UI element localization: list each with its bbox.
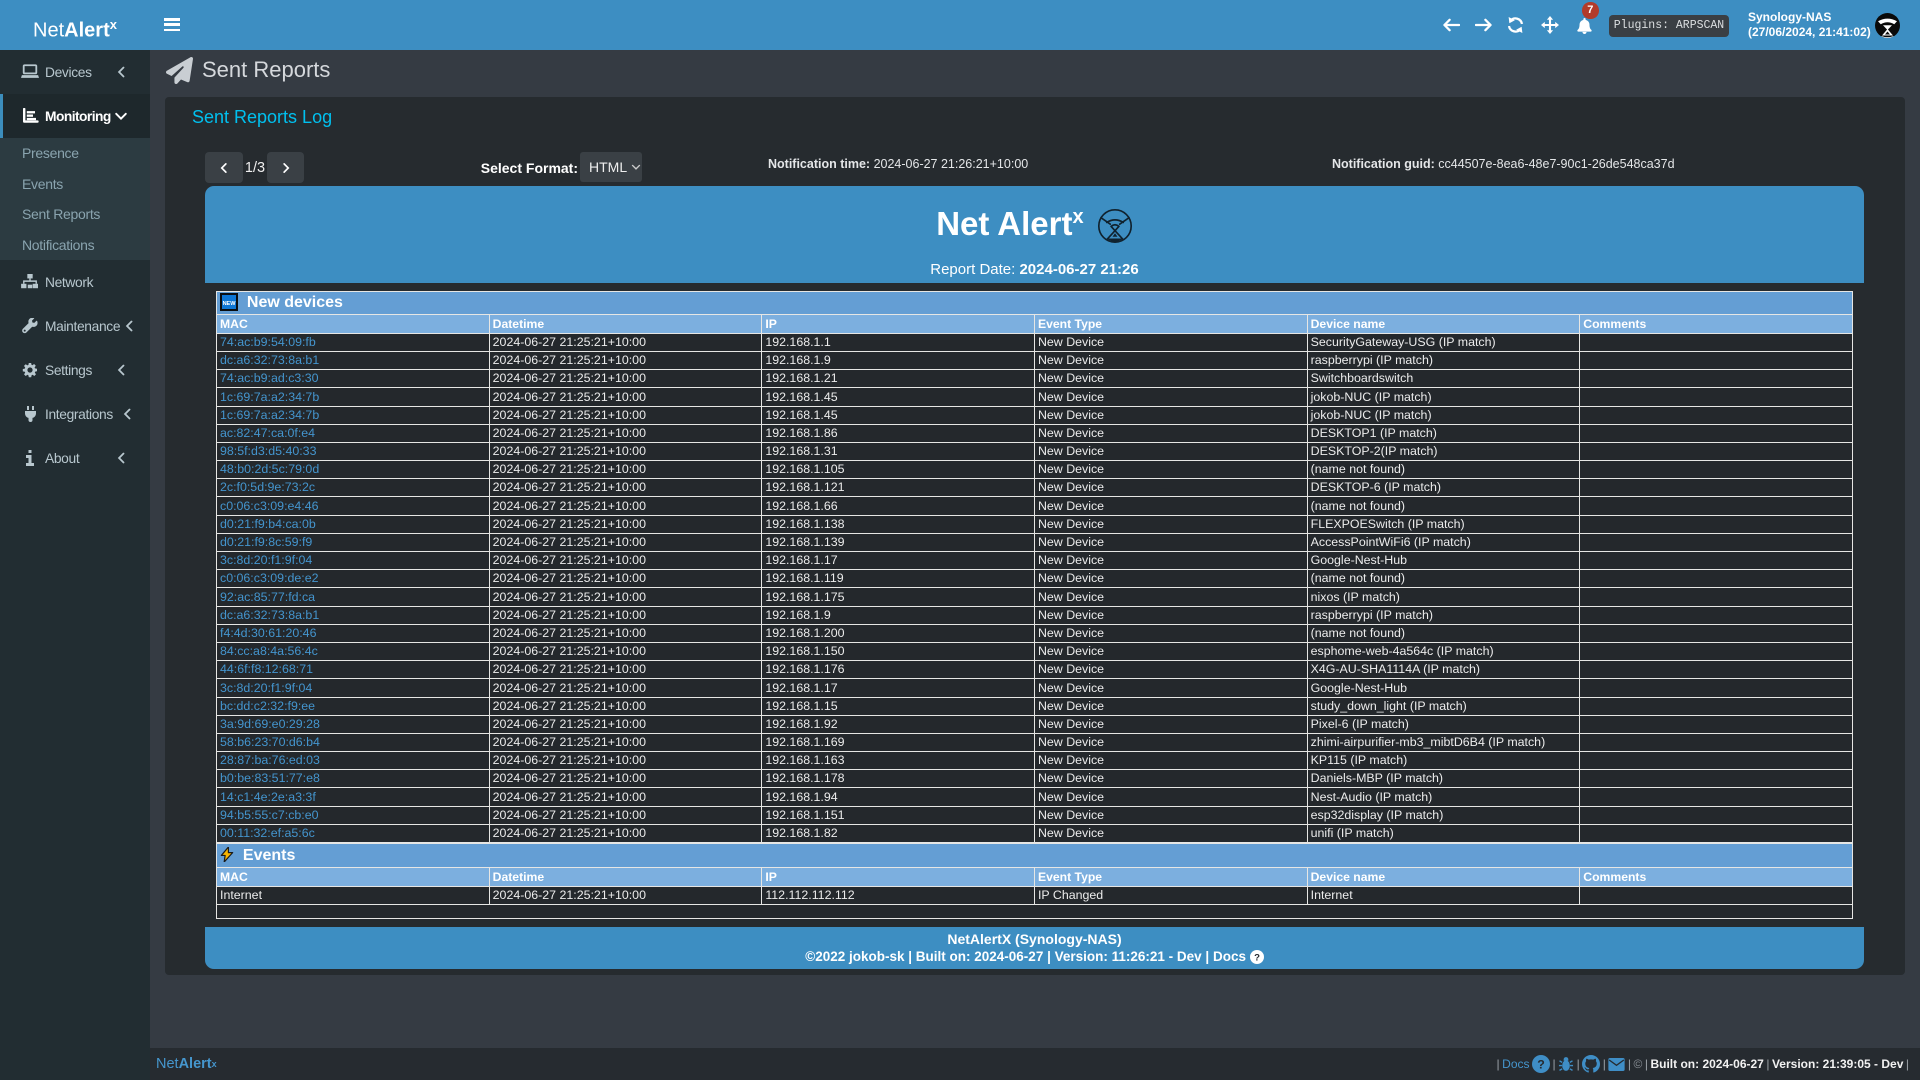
svg-text:NEW: NEW [223, 301, 237, 307]
svg-text:?: ? [1537, 1058, 1545, 1072]
svg-text:?: ? [1254, 953, 1260, 964]
